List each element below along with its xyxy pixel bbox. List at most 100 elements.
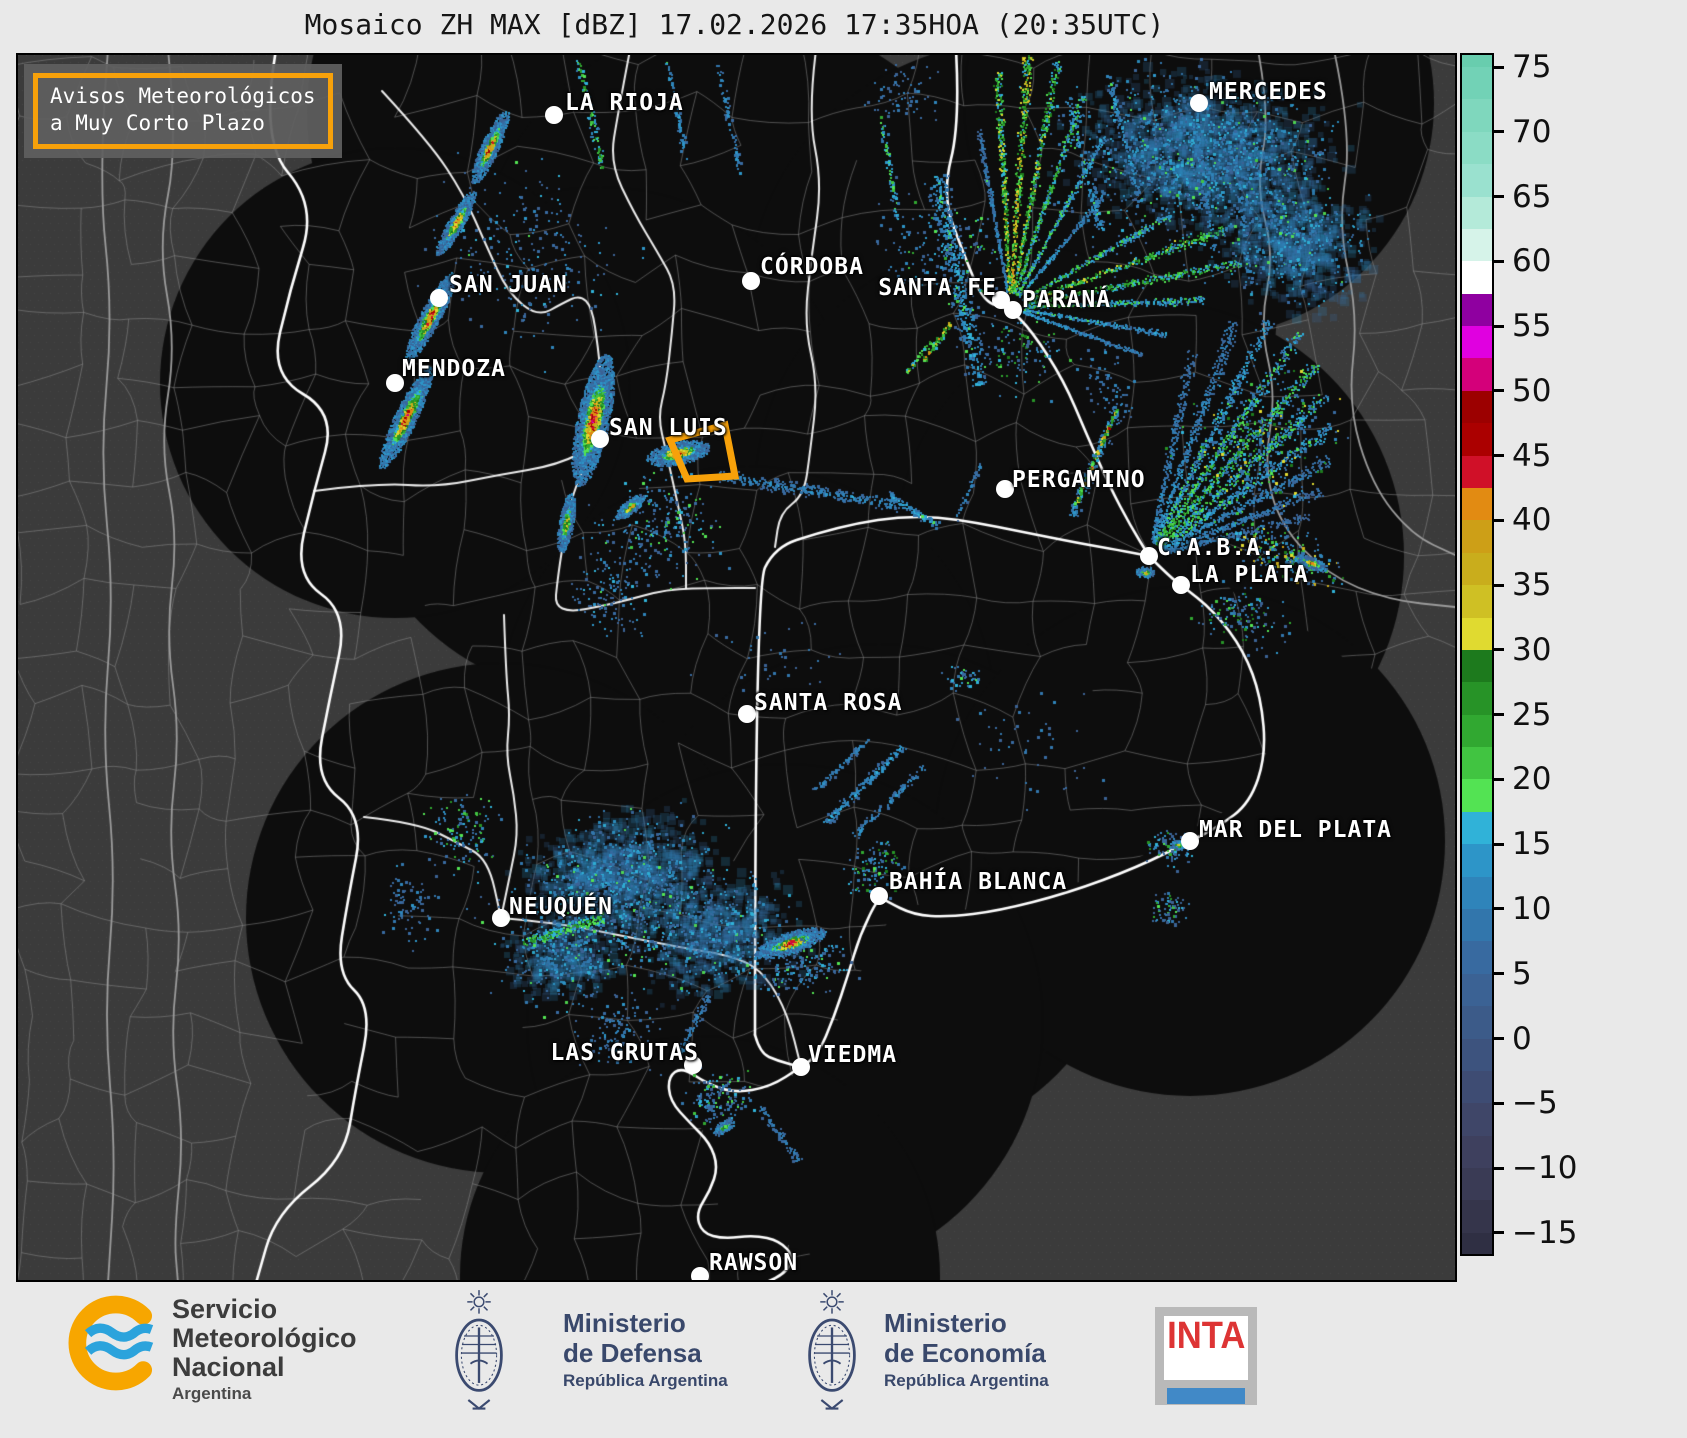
city-label: LA PLATA — [1190, 562, 1309, 588]
colorbar-segment — [1462, 747, 1492, 781]
colorbar-tick-label: 10 — [1512, 890, 1552, 927]
colorbar-segment — [1462, 585, 1492, 619]
colorbar-segment — [1462, 131, 1492, 166]
city-marker-dot — [545, 106, 563, 124]
defensa-line2: de Defensa — [563, 1338, 702, 1368]
radar-echo-layer — [18, 55, 1455, 1280]
colorbar-segment — [1462, 552, 1492, 587]
smn-wordmark: Servicio Meteorológico Nacional Argentin… — [172, 1295, 357, 1406]
colorbar-segment — [1462, 423, 1492, 457]
city-label: CÓRDOBA — [760, 254, 864, 280]
city-label: PARANÁ — [1022, 287, 1112, 313]
colorbar-segment — [1462, 67, 1492, 101]
colorbar-tick-label: −10 — [1512, 1150, 1578, 1187]
economia-line1: Ministerio — [884, 1308, 1007, 1338]
colorbar-tick-label: 40 — [1512, 502, 1552, 539]
colorbar-segment — [1462, 714, 1492, 749]
warning-legend-line2: a Muy Corto Plazo — [50, 111, 265, 135]
colorbar-segment — [1462, 973, 1492, 1008]
city-marker-dot — [1181, 832, 1199, 850]
colorbar-segment — [1462, 99, 1492, 133]
colorbar-tick-label: 75 — [1512, 49, 1552, 86]
colorbar-segment — [1462, 1006, 1492, 1040]
colorbar-tick-label: −15 — [1512, 1214, 1578, 1251]
inta-wordmark: INTA — [1166, 1313, 1246, 1357]
colorbar-tick-label: 30 — [1512, 631, 1552, 668]
colorbar-tick — [1494, 777, 1504, 781]
colorbar-segment — [1462, 876, 1492, 910]
colorbar-tick — [1494, 842, 1504, 846]
defensa-line3: República Argentina — [563, 1371, 728, 1390]
colorbar-segment — [1462, 1135, 1492, 1170]
colorbar-tick-label: 50 — [1512, 372, 1552, 409]
colorbar-segment — [1462, 1038, 1492, 1072]
city-label: MERCEDES — [1209, 79, 1328, 105]
colorbar-segment — [1462, 811, 1492, 846]
colorbar-tick — [1494, 583, 1504, 587]
city-marker-dot — [492, 909, 510, 927]
colorbar-segment — [1462, 1103, 1492, 1137]
city-label: SAN JUAN — [449, 272, 568, 298]
warning-legend-frame: Avisos Meteorológicos a Muy Corto Plazo — [33, 73, 333, 149]
smn-swirl-icon — [68, 1295, 154, 1391]
colorbar-segment — [1462, 1070, 1492, 1105]
colorbar-segment — [1462, 196, 1492, 230]
colorbar-tick — [1494, 1166, 1504, 1170]
economia-line3: República Argentina — [884, 1371, 1049, 1390]
radar-map: Avisos Meteorológicos a Muy Corto Plazo … — [16, 53, 1457, 1282]
colorbar-tick-label: 70 — [1512, 113, 1552, 150]
city-marker-dot — [870, 887, 888, 905]
colorbar-tick — [1494, 1101, 1504, 1105]
inta-bar-top — [1167, 1388, 1245, 1396]
colorbar-segment — [1462, 293, 1492, 328]
warning-legend-line1: Avisos Meteorológicos — [50, 84, 316, 108]
colorbar-tick — [1494, 389, 1504, 393]
colorbar-segment — [1462, 682, 1492, 716]
colorbar-tick-label: −5 — [1512, 1085, 1558, 1122]
colorbar-segment — [1462, 1168, 1492, 1202]
city-label: SAN LUIS — [609, 415, 728, 441]
city-marker-dot — [1140, 547, 1158, 565]
defensa-line1: Ministerio — [563, 1308, 686, 1338]
colorbar-tick-label: 25 — [1512, 696, 1552, 733]
city-label: SANTA FE — [878, 275, 997, 301]
colorbar-segment — [1462, 261, 1492, 295]
colorbar-tick-label: 15 — [1512, 826, 1552, 863]
city-label: RAWSON — [709, 1250, 799, 1276]
colorbar-tick-label: 5 — [1512, 955, 1532, 992]
colorbar-segment — [1462, 844, 1492, 878]
colorbar-tick-label: 0 — [1512, 1020, 1532, 1057]
page-title: Mosaico ZH MAX [dBZ] 17.02.2026 17:35HOA… — [304, 8, 1165, 41]
colorbar-tick — [1494, 972, 1504, 976]
inta-logo: INTA — [1155, 1307, 1257, 1405]
colorbar-segment — [1462, 390, 1492, 425]
defensa-wordmark: Ministerio de Defensa República Argentin… — [563, 1308, 728, 1394]
colorbar-tick — [1494, 648, 1504, 652]
colorbar-scale — [1460, 53, 1494, 1256]
colorbar-segment — [1462, 228, 1492, 263]
colorbar-segment — [1462, 779, 1492, 813]
city-marker-dot — [591, 430, 609, 448]
colorbar-tick — [1494, 195, 1504, 199]
colorbar-segment — [1462, 908, 1492, 943]
city-label: LA RIOJA — [565, 90, 684, 116]
inta-logo-inner: INTA — [1164, 1313, 1248, 1380]
colorbar-tick — [1494, 907, 1504, 911]
colorbar-tick — [1494, 713, 1504, 717]
city-label: PERGAMINO — [1012, 467, 1146, 493]
colorbar-tick — [1494, 130, 1504, 134]
economia-wordmark: Ministerio de Economía República Argenti… — [884, 1308, 1049, 1394]
economia-coat-of-arms-icon — [800, 1289, 864, 1419]
colorbar-tick-label: 65 — [1512, 178, 1552, 215]
city-marker-dot — [1004, 301, 1022, 319]
city-label: NEUQUÉN — [509, 894, 613, 920]
colorbar-tick-label: 35 — [1512, 567, 1552, 604]
warning-legend: Avisos Meteorológicos a Muy Corto Plazo — [24, 64, 342, 158]
city-label: BAHÍA BLANCA — [889, 869, 1068, 895]
city-label: MAR DEL PLATA — [1199, 817, 1393, 843]
colorbar-tick-label: 55 — [1512, 308, 1552, 345]
city-label: MENDOZA — [402, 356, 506, 382]
colorbar-tick — [1494, 1231, 1504, 1235]
inta-bar-bottom — [1167, 1396, 1245, 1404]
colorbar-segment — [1462, 649, 1492, 684]
